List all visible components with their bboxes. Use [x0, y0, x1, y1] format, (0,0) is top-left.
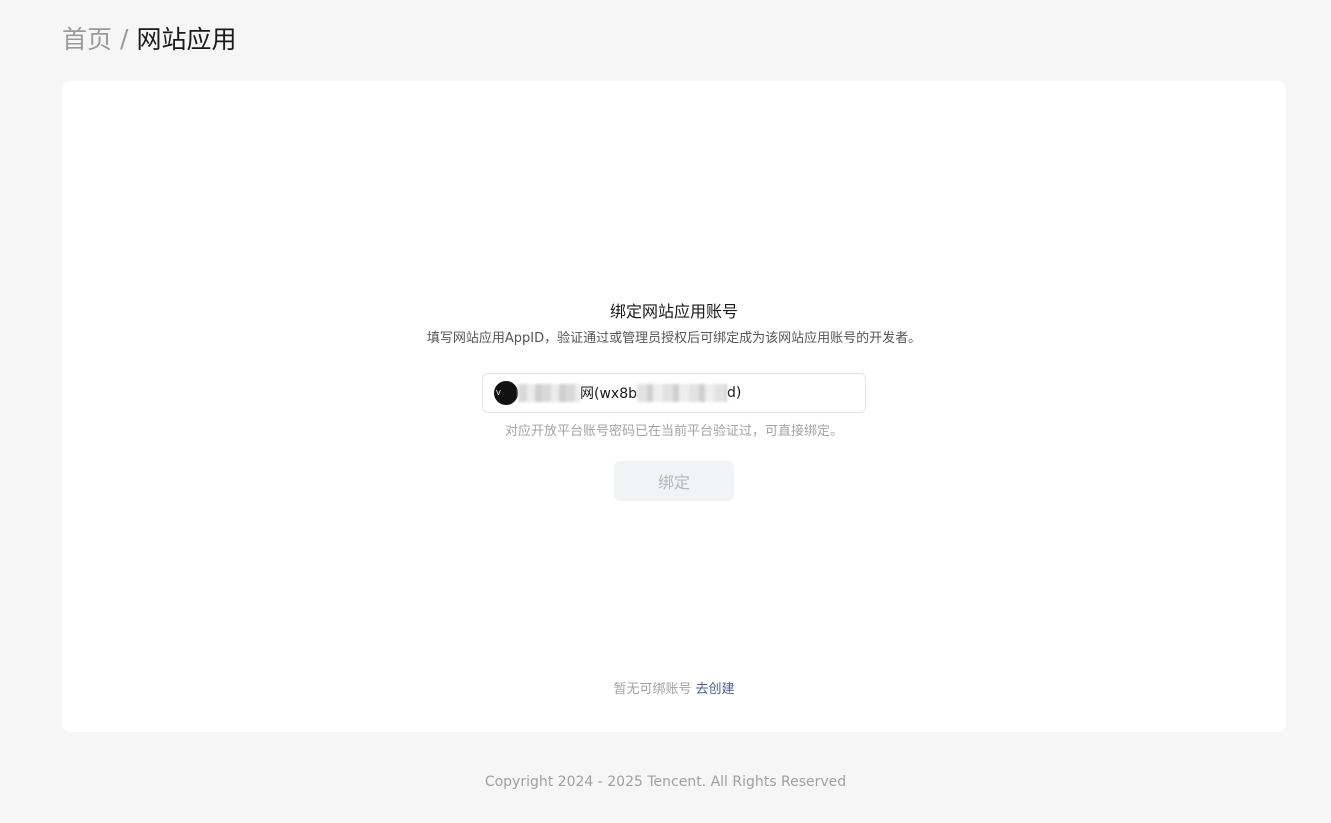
breadcrumb-home-link[interactable]: 首页: [62, 20, 112, 56]
redacted-app-id: [637, 384, 727, 402]
breadcrumb-separator: /: [120, 23, 129, 53]
breadcrumb: 首页 / 网站应用: [62, 20, 236, 56]
breadcrumb-current-page: 网站应用: [136, 25, 237, 54]
copyright-footer: Copyright 2024 - 2025 Tencent. All Right…: [484, 774, 847, 790]
account-name-suffix: 网(wx8b: [580, 386, 637, 402]
account-id-suffix: d): [727, 385, 742, 401]
redacted-account-name: [518, 384, 580, 402]
selected-account-label: 网(wx8b d): [580, 383, 741, 403]
create-account-link[interactable]: 去创建: [696, 682, 735, 697]
account-select[interactable]: V 网(wx8b d): [482, 373, 866, 413]
no-bindable-account-text: 暂无可绑账号: [613, 682, 692, 697]
account-avatar: V: [494, 381, 518, 405]
empty-state: 暂无可绑账号 去创建: [62, 680, 1286, 700]
bind-hint-text: 对应开放平台账号密码已在当前平台验证过，可直接绑定。: [504, 424, 843, 439]
bind-account-card: 绑定网站应用账号 填写网站应用AppID，验证通过或管理员授权后可绑定成为该网站…: [62, 81, 1286, 732]
bind-panel-title: 绑定网站应用账号: [609, 302, 738, 321]
bind-button[interactable]: 绑定: [614, 461, 734, 501]
bind-panel-description: 填写网站应用AppID，验证通过或管理员授权后可绑定成为该网站应用账号的开发者。: [426, 331, 922, 346]
